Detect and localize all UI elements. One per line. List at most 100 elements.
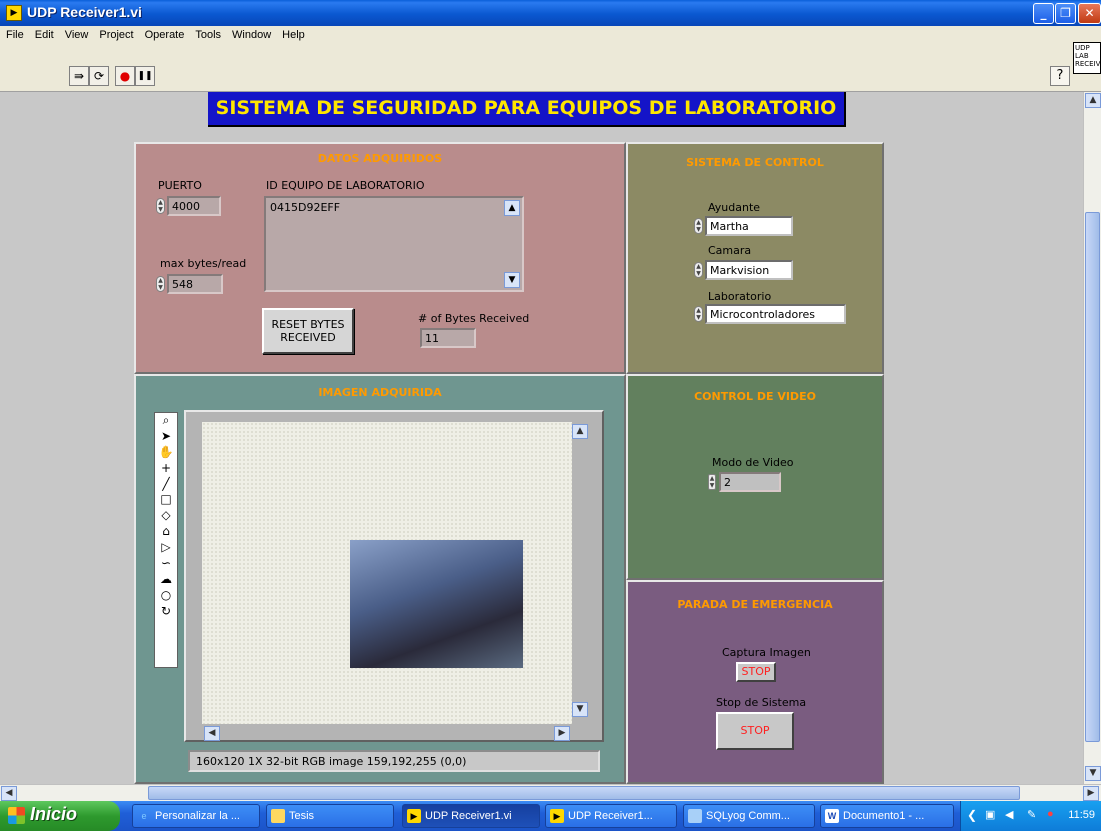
menu-edit[interactable]: Edit — [29, 26, 59, 41]
captura-imagen-label: Captura Imagen — [722, 646, 811, 659]
menu-help[interactable]: Help — [276, 26, 310, 41]
broken-line-icon[interactable]: ↻ — [155, 604, 177, 620]
context-help-icon[interactable]: ? — [1050, 66, 1070, 86]
increment-decrement-icon[interactable]: ▲ ▼ — [694, 262, 703, 278]
camara-label: Camara — [708, 244, 752, 257]
captured-image — [350, 540, 523, 668]
datos-adquiridos-section: DATOS ADQUIRIDOS PUERTO ▲ ▼ 4000 max byte… — [134, 142, 626, 374]
increment-decrement-icon[interactable]: ▲ ▼ — [694, 218, 703, 234]
taskbar-item-tesis[interactable]: Tesis — [266, 804, 394, 828]
scroll-down-icon[interactable]: ▼ — [504, 272, 520, 288]
front-panel: SISTEMA DE SEGURIDAD PARA EQUIPOS DE LAB… — [0, 92, 1083, 784]
main-title: SISTEMA DE SEGURIDAD PARA EQUIPOS DE LAB… — [208, 92, 846, 127]
tray-app-icon[interactable]: ✎ — [1027, 808, 1036, 821]
labview-app-icon[interactable]: ▶ — [6, 5, 22, 21]
oval-icon[interactable]: ○ — [155, 588, 177, 604]
network-icon[interactable]: ▣ — [985, 808, 995, 821]
taskbar-item-udp-receiver[interactable]: ▶ UDP Receiver1... — [545, 804, 677, 828]
taskbar-item-udp-receiver-vi[interactable]: ▶ UDP Receiver1.vi — [402, 804, 540, 828]
start-button[interactable]: Inicio — [0, 801, 120, 831]
ayudante-label: Ayudante — [708, 201, 761, 214]
scroll-down-icon[interactable]: ▼ — [1085, 766, 1101, 781]
restore-button[interactable]: ❐ — [1055, 3, 1076, 24]
bytes-received-label: # of Bytes Received — [418, 312, 530, 325]
menu-view[interactable]: View — [59, 26, 94, 41]
stop-sistema-button[interactable]: STOP — [716, 712, 794, 750]
scroll-down-icon[interactable]: ▼ — [572, 702, 588, 717]
control-de-video-section: CONTROL DE VIDEO Modo de Video ▲ ▼ 2 — [626, 374, 884, 580]
scroll-left-icon[interactable]: ◀ — [1, 786, 17, 801]
increment-decrement-icon[interactable]: ▲ ▼ — [708, 474, 716, 490]
abort-execution-icon[interactable]: ● — [115, 66, 135, 86]
point-icon[interactable]: + — [155, 461, 177, 477]
vi-icon[interactable]: UDP LAB RECEIVE — [1073, 42, 1101, 74]
menu-window[interactable]: Window — [226, 26, 276, 41]
windows-flag-icon — [8, 807, 25, 824]
increment-decrement-icon[interactable]: ▲ ▼ — [694, 306, 703, 322]
pause-icon[interactable]: ❚❚ — [135, 66, 155, 86]
ayudante-field[interactable]: Martha — [705, 216, 793, 236]
captura-stop-button[interactable]: STOP — [736, 662, 776, 682]
sistema-de-control-section: SISTEMA DE CONTROL Ayudante ▲ ▼ Martha Ca… — [626, 142, 884, 374]
security-icon[interactable]: ● — [1047, 808, 1054, 820]
max-bytes-field[interactable]: 548 — [167, 274, 223, 294]
menu-file[interactable]: File — [0, 26, 29, 41]
max-bytes-label: max bytes/read — [160, 257, 247, 270]
image-tool-palette: ⌕ ➤ ✋ + ╱ □ ◇ ⌂ ▷ ∽ ☁ ○ ↻ — [154, 412, 178, 668]
line-icon[interactable]: ╱ — [155, 477, 177, 493]
title-bar: ▶ UDP Receiver1.vi _ ❐ ✕ — [0, 0, 1101, 26]
labview-icon: ▶ — [550, 809, 564, 823]
scroll-right-icon[interactable]: ▶ — [554, 726, 570, 741]
pointer-icon[interactable]: ➤ — [155, 429, 177, 445]
increment-decrement-icon[interactable]: ▲ ▼ — [156, 276, 165, 292]
volume-icon[interactable]: ◀ — [1005, 808, 1013, 821]
close-button[interactable]: ✕ — [1078, 3, 1101, 24]
scroll-up-icon[interactable]: ▲ — [504, 200, 520, 216]
taskbar-item-documento1[interactable]: W Documento1 - ... — [820, 804, 954, 828]
labview-icon: ▶ — [407, 809, 421, 823]
scroll-up-icon[interactable]: ▲ — [1085, 93, 1101, 108]
polygon-icon[interactable]: ▷ — [155, 540, 177, 556]
vertical-scroll-thumb[interactable] — [1085, 212, 1100, 742]
taskbar-item-personalizar[interactable]: e Personalizar la ... — [132, 804, 260, 828]
camara-field[interactable]: Markvision — [705, 260, 793, 280]
id-equipo-textbox[interactable]: 0415D92EFF ▲ ▼ — [264, 196, 524, 292]
run-continuously-icon[interactable]: ⟳ — [89, 66, 109, 86]
scroll-right-icon[interactable]: ▶ — [1083, 786, 1099, 801]
laboratorio-label: Laboratorio — [708, 290, 772, 303]
vertical-scrollbar[interactable]: ▲ ▼ — [1083, 92, 1101, 784]
tray-expand-icon[interactable]: ❮ — [967, 808, 977, 822]
rotated-rectangle-icon[interactable]: ◇ — [155, 508, 177, 524]
word-icon: W — [825, 809, 839, 823]
reset-bytes-received-button[interactable]: RESET BYTES RECEIVED — [262, 308, 354, 354]
sqlyog-icon — [688, 809, 702, 823]
menu-operate[interactable]: Operate — [139, 26, 190, 41]
minimize-button[interactable]: _ — [1033, 3, 1054, 24]
puerto-field[interactable]: 4000 — [167, 196, 221, 216]
laboratorio-field[interactable]: Microcontroladores — [705, 304, 846, 324]
modo-video-field[interactable]: 2 — [719, 472, 781, 492]
zoom-icon[interactable]: ⌕ — [155, 413, 177, 429]
run-arrow-icon[interactable]: ⇛ — [69, 66, 89, 86]
bytes-received-indicator: 11 — [420, 328, 476, 348]
system-tray: ❮ ▣ ◀ ✎ ● 11:59 — [960, 801, 1101, 831]
image-display[interactable]: ▲ ▼ ◀ ▶ — [184, 410, 604, 742]
horizontal-scrollbar[interactable]: ◀ ▶ — [0, 784, 1101, 801]
taskbar: Inicio e Personalizar la ... Tesis ▶ UDP R… — [0, 801, 1101, 831]
pan-hand-icon[interactable]: ✋ — [155, 445, 177, 461]
stop-sistema-label: Stop de Sistema — [716, 696, 807, 709]
freehand-region-icon[interactable]: ☁ — [155, 572, 177, 588]
puerto-label: PUERTO — [158, 179, 202, 192]
horizontal-scroll-thumb[interactable] — [148, 786, 1020, 800]
increment-decrement-icon[interactable]: ▲ ▼ — [156, 198, 165, 214]
annulus-icon[interactable]: ⌂ — [155, 524, 177, 540]
menu-tools[interactable]: Tools — [189, 26, 226, 41]
menu-project[interactable]: Project — [93, 26, 138, 41]
clock: 11:59 — [1068, 809, 1095, 821]
datos-title: DATOS ADQUIRIDOS — [317, 152, 443, 165]
taskbar-item-sqlyog[interactable]: SQLyog Comm... — [683, 804, 815, 828]
scroll-up-icon[interactable]: ▲ — [572, 424, 588, 439]
freehand-line-icon[interactable]: ∽ — [155, 556, 177, 572]
scroll-left-icon[interactable]: ◀ — [204, 726, 220, 741]
rectangle-icon[interactable]: □ — [155, 492, 177, 508]
